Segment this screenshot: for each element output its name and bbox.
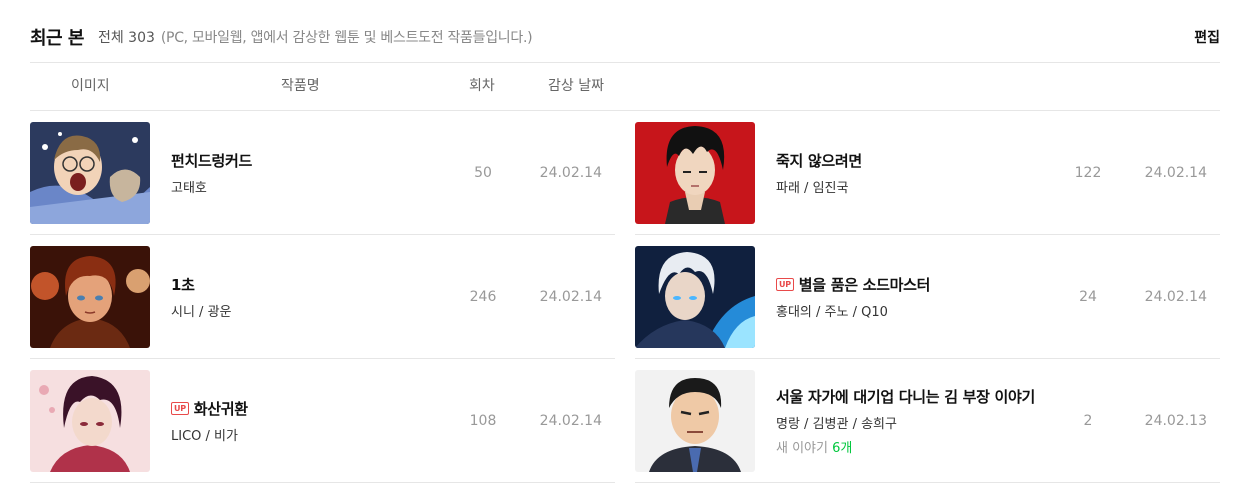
item-info: UP 별을 품은 소드마스터 홍대의 / 주노 / Q10 [776,235,930,359]
header-description: (PC, 모바일웹, 앱에서 감상한 웹툰 및 베스트도전 작품들입니다.) [160,30,533,46]
list-item[interactable]: 죽지 않으려면 파래 / 임진국 122 24.02.14 [635,111,1220,235]
row-divider [30,482,615,483]
item-date: 24.02.14 [539,165,602,181]
list-item[interactable]: UP 별을 품은 소드마스터 홍대의 / 주노 / Q10 24 24.02.1… [635,235,1220,359]
item-info: 펀치드렁커드 고태호 [171,111,252,235]
item-info: 1초 시니 / 광운 [171,235,232,359]
column-image: 이미지 [71,78,110,94]
item-info: UP 화산귀환 LICO / 비가 [171,359,248,483]
white-hair-swordsman-blue-fire-thumbnail[interactable] [635,246,755,348]
item-author: 명랑 / 김병관 / 송희구 [776,417,897,432]
item-episode: 2 [1083,413,1093,429]
item-episode: 246 [469,289,497,305]
item-date: 24.02.14 [1144,289,1207,305]
column-episode: 회차 [469,78,495,94]
item-title-link[interactable]: 서울 자가에 대기업 다니는 김 부장 이야기 [776,386,1035,407]
column-title: 작품명 [281,78,320,94]
recent-header: 최근 본 전체 303 (PC, 모바일웹, 앱에서 감상한 웹툰 및 베스트도… [30,22,1220,52]
item-author: LICO / 비가 [171,429,238,444]
up-badge: UP [171,402,189,415]
item-title-link[interactable]: 죽지 않으려면 [776,150,862,171]
page-title: 최근 본 [30,28,84,49]
item-episode: 50 [474,165,492,181]
item-episode: 108 [469,413,497,429]
list-item[interactable]: 1초 시니 / 광운 246 24.02.14 [30,235,615,359]
list-item[interactable]: 서울 자가에 대기업 다니는 김 부장 이야기 명랑 / 김병관 / 송희구 새… [635,359,1220,483]
item-title-link[interactable]: UP 별을 품은 소드마스터 [776,274,930,295]
item-title-link[interactable]: 펀치드렁커드 [171,150,252,171]
item-date: 24.02.13 [1144,413,1207,429]
martial-artist-pink-thumbnail[interactable] [30,370,150,472]
total-count: 전체 303 [97,30,155,46]
sick-man-in-bed-thumbnail[interactable] [30,122,150,224]
item-title-link[interactable]: 1초 [171,274,232,295]
item-date: 24.02.14 [539,289,602,305]
item-author: 파래 / 임진국 [776,181,849,196]
dark-hair-boy-red-background-thumbnail[interactable] [635,122,755,224]
item-author: 시니 / 광운 [171,305,232,320]
item-info: 서울 자가에 대기업 다니는 김 부장 이야기 명랑 / 김병관 / 송희구 새… [776,359,1035,483]
list-item[interactable]: 펀치드렁커드 고태호 50 24.02.14 [30,111,615,235]
firefighter-boy-thumbnail[interactable] [30,246,150,348]
row-divider [635,482,1220,483]
item-episode: 24 [1079,289,1097,305]
list-item[interactable]: UP 화산귀환 LICO / 비가 108 24.02.14 [30,359,615,483]
office-manager-suit-thumbnail[interactable] [635,370,755,472]
new-story-count: 6개 [832,441,853,456]
item-author: 고태호 [171,181,207,196]
column-date: 감상 날짜 [548,78,604,94]
item-episode: 122 [1074,165,1102,181]
item-author: 홍대의 / 주노 / Q10 [776,305,888,320]
new-story-label: 새 이야기 6개 [776,441,853,456]
item-date: 24.02.14 [539,413,602,429]
up-badge: UP [776,278,794,291]
item-info: 죽지 않으려면 파래 / 임진국 [776,111,862,235]
header-divider [30,62,1220,63]
recent-viewed-panel: 최근 본 전체 303 (PC, 모바일웹, 앱에서 감상한 웹툰 및 베스트도… [0,0,1251,485]
edit-button[interactable]: 편집 [1194,27,1220,47]
item-date: 24.02.14 [1144,165,1207,181]
item-title-link[interactable]: UP 화산귀환 [171,398,248,419]
